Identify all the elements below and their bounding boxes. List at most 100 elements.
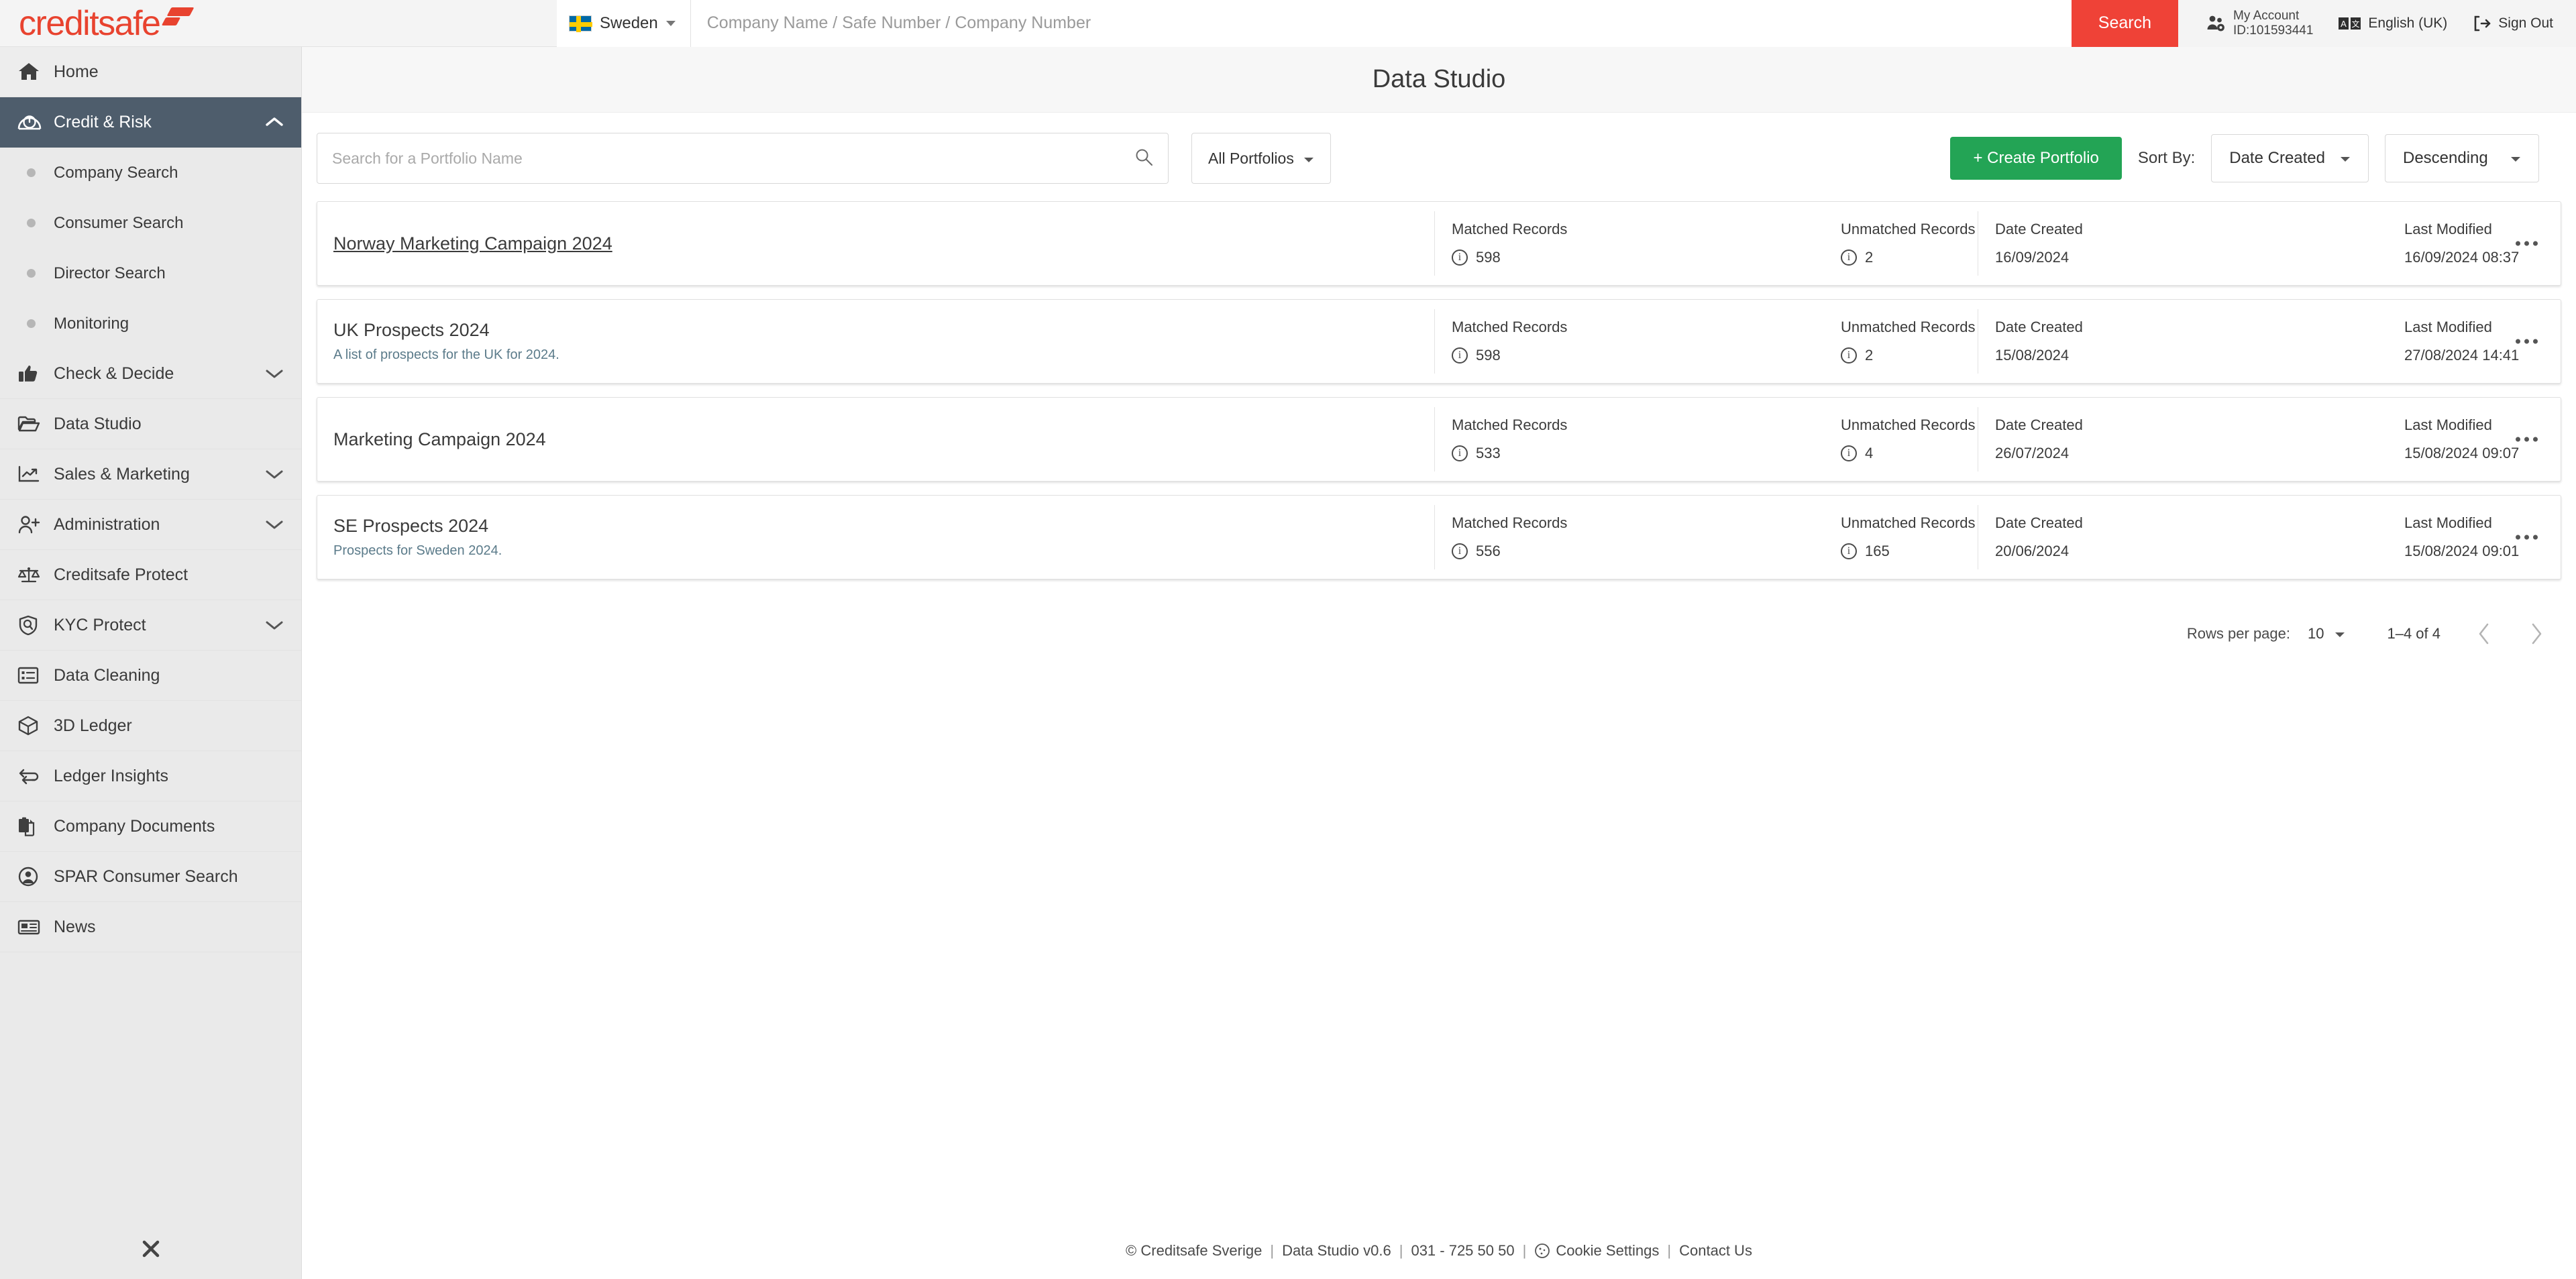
swap-arrows-icon bbox=[17, 767, 54, 785]
sidebar-item-label: Creditsafe Protect bbox=[54, 565, 189, 584]
row-actions-menu[interactable] bbox=[2508, 331, 2546, 352]
country-selector[interactable]: Sweden bbox=[557, 0, 691, 47]
last-modified-cell: Last Modified 27/08/2024 14:41 bbox=[2387, 300, 2521, 383]
global-search-input[interactable] bbox=[690, 0, 2072, 47]
sidebar-item-credit-and-risk[interactable]: Credit & Risk bbox=[0, 97, 301, 148]
portfolio-name-link[interactable]: SE Prospects 2024 bbox=[333, 516, 488, 537]
rows-per-page-dropdown[interactable]: 10 bbox=[2308, 625, 2345, 643]
sidebar-item-label: Ledger Insights bbox=[54, 766, 168, 785]
last-modified-value: 15/08/2024 09:01 bbox=[2404, 543, 2520, 559]
sidebar-item-label: Data Cleaning bbox=[54, 665, 160, 685]
matched-records-cell: Matched Records i 598 bbox=[1434, 300, 1823, 383]
sidebar-item-check-and-decide[interactable]: Check & Decide bbox=[0, 349, 301, 399]
table-row[interactable]: Norway Marketing Campaign 2024 Matched R… bbox=[317, 201, 2561, 286]
search-button[interactable]: Search bbox=[2071, 0, 2179, 47]
sidebar-item-director-search[interactable]: Director Search bbox=[0, 248, 301, 298]
sidebar-nav: Home Credit & Risk Company Search Consum… bbox=[0, 47, 302, 1279]
last-modified-value: 27/08/2024 14:41 bbox=[2404, 347, 2520, 364]
sidebar-item-data-cleaning[interactable]: Data Cleaning bbox=[0, 651, 301, 701]
language-label: English (UK) bbox=[2368, 15, 2448, 31]
date-created-value: 16/09/2024 bbox=[1995, 249, 2070, 266]
footer-copyright: © Creditsafe Sverige bbox=[1126, 1242, 1263, 1259]
cookie-settings-link[interactable]: Cookie Settings bbox=[1556, 1242, 1659, 1260]
info-icon[interactable]: i bbox=[1452, 445, 1468, 461]
table-row[interactable]: Marketing Campaign 2024 Matched Records … bbox=[317, 397, 2561, 482]
language-selector[interactable]: A文 English (UK) bbox=[2339, 15, 2447, 32]
sidebar-item-3d-ledger[interactable]: 3D Ledger bbox=[0, 701, 301, 751]
sidebar-item-kyc-protect[interactable]: KYC Protect bbox=[0, 600, 301, 651]
date-created-value: 20/06/2024 bbox=[1995, 543, 2070, 559]
sidebar-collapse-button[interactable] bbox=[0, 1238, 302, 1263]
portfolio-name-link[interactable]: UK Prospects 2024 bbox=[333, 320, 490, 341]
last-modified-cell: Last Modified 16/09/2024 08:37 bbox=[2387, 202, 2521, 285]
date-created-cell: Date Created 16/09/2024 bbox=[1978, 202, 2387, 285]
matched-records-value: 533 bbox=[1476, 445, 1501, 461]
sidebar-item-label: SPAR Consumer Search bbox=[54, 867, 238, 886]
user-plus-icon bbox=[17, 515, 54, 534]
search-icon[interactable] bbox=[1134, 148, 1153, 170]
sign-out-label: Sign Out bbox=[2498, 15, 2553, 31]
users-icon bbox=[2206, 15, 2226, 32]
sort-direction-value: Descending bbox=[2403, 149, 2488, 167]
info-icon[interactable]: i bbox=[1452, 543, 1468, 559]
info-icon[interactable]: i bbox=[1452, 249, 1468, 266]
my-account-button[interactable]: My Account ID:101593441 bbox=[2206, 9, 2313, 38]
translate-icon: A文 bbox=[2339, 17, 2361, 30]
portfolio-search-input[interactable] bbox=[332, 149, 1134, 168]
sidebar-item-creditsafe-protect[interactable]: Creditsafe Protect bbox=[0, 550, 301, 600]
row-actions-menu[interactable] bbox=[2508, 527, 2546, 548]
portfolio-filter-dropdown[interactable]: All Portfolios bbox=[1191, 133, 1331, 184]
column-header-matched: Matched Records bbox=[1452, 416, 1568, 433]
sidebar-item-consumer-search[interactable]: Consumer Search bbox=[0, 198, 301, 248]
info-icon[interactable]: i bbox=[1841, 445, 1857, 461]
previous-page-button[interactable] bbox=[2477, 622, 2491, 645]
portfolio-name-link[interactable]: Norway Marketing Campaign 2024 bbox=[333, 233, 612, 254]
creditsafe-logo[interactable]: creditsafe bbox=[0, 0, 302, 47]
sign-out-button[interactable]: Sign Out bbox=[2473, 15, 2553, 32]
column-header-created: Date Created bbox=[1995, 416, 2083, 433]
sort-direction-dropdown[interactable]: Descending bbox=[2385, 134, 2539, 182]
sidebar-item-label: Company Search bbox=[54, 163, 178, 182]
info-icon[interactable]: i bbox=[1841, 543, 1857, 559]
sidebar-item-news[interactable]: News bbox=[0, 902, 301, 952]
unmatched-records-cell: Unmatched Records i 165 bbox=[1823, 496, 1978, 579]
global-search-bar: Sweden Search bbox=[302, 0, 2179, 47]
logo-text: creditsafe bbox=[19, 3, 161, 43]
trending-up-icon bbox=[17, 465, 54, 484]
info-icon[interactable]: i bbox=[1452, 347, 1468, 364]
info-icon[interactable]: i bbox=[1841, 249, 1857, 266]
next-page-button[interactable] bbox=[2529, 622, 2544, 645]
row-actions-menu[interactable] bbox=[2508, 429, 2546, 450]
sidebar-item-home[interactable]: Home bbox=[0, 47, 301, 97]
matched-records-cell: Matched Records i 556 bbox=[1434, 496, 1823, 579]
sidebar-item-label: Data Studio bbox=[54, 414, 142, 433]
last-modified-cell: Last Modified 15/08/2024 09:07 bbox=[2387, 398, 2521, 481]
sidebar-item-company-documents[interactable]: Company Documents bbox=[0, 801, 301, 852]
sidebar-item-ledger-insights[interactable]: Ledger Insights bbox=[0, 751, 301, 801]
column-header-matched: Matched Records bbox=[1452, 514, 1568, 531]
contact-us-link[interactable]: Contact Us bbox=[1679, 1242, 1752, 1260]
page-title: Data Studio bbox=[1372, 65, 1506, 93]
portfolio-description: Prospects for Sweden 2024. bbox=[333, 543, 502, 558]
row-actions-menu[interactable] bbox=[2508, 233, 2546, 254]
bullet-icon bbox=[17, 319, 54, 328]
table-row[interactable]: UK Prospects 2024 A list of prospects fo… bbox=[317, 299, 2561, 384]
portfolio-name-link[interactable]: Marketing Campaign 2024 bbox=[333, 429, 546, 450]
unmatched-records-value: 165 bbox=[1865, 543, 1890, 559]
info-icon[interactable]: i bbox=[1841, 347, 1857, 364]
sidebar-item-company-search[interactable]: Company Search bbox=[0, 148, 301, 198]
sidebar-item-monitoring[interactable]: Monitoring bbox=[0, 298, 301, 349]
bullet-icon bbox=[17, 269, 54, 278]
sidebar-item-spar-consumer-search[interactable]: SPAR Consumer Search bbox=[0, 852, 301, 902]
portfolio-description: A list of prospects for the UK for 2024. bbox=[333, 347, 559, 362]
portfolio-search-box[interactable] bbox=[317, 133, 1169, 184]
sort-field-dropdown[interactable]: Date Created bbox=[2211, 134, 2369, 182]
date-created-cell: Date Created 26/07/2024 bbox=[1978, 398, 2387, 481]
table-row[interactable]: SE Prospects 2024 Prospects for Sweden 2… bbox=[317, 495, 2561, 579]
sidebar-item-data-studio[interactable]: Data Studio bbox=[0, 399, 301, 449]
portfolio-name-cell: Marketing Campaign 2024 bbox=[317, 398, 1434, 481]
column-header-modified: Last Modified bbox=[2404, 514, 2492, 531]
create-portfolio-button[interactable]: + Create Portfolio bbox=[1950, 137, 2122, 180]
sidebar-item-administration[interactable]: Administration bbox=[0, 500, 301, 550]
sidebar-item-sales-and-marketing[interactable]: Sales & Marketing bbox=[0, 449, 301, 500]
